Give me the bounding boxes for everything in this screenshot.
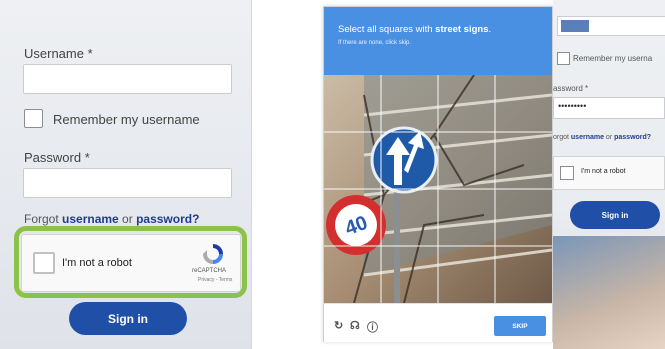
recaptcha-label: I'm not a robot [62, 257, 132, 269]
remember-label: Remember my username [53, 112, 200, 127]
cropped-password-field[interactable]: ••••••••• [553, 97, 665, 119]
challenge-title-prefix: Select all squares with [338, 24, 436, 35]
recaptcha-widget: I'm not a robot reCAPTCHA Privacy - Term… [21, 234, 241, 292]
cropped-password-label: assword * [553, 84, 589, 93]
forgot-username-link[interactable]: username [62, 212, 119, 226]
recaptcha-challenge: Select all squares with street signs. If… [323, 6, 553, 342]
recaptcha-logo-icon [203, 244, 223, 264]
password-label: Password * [24, 150, 90, 165]
cropped-forgot-links: orgot username or password? [553, 134, 651, 141]
cropped-forgot-password-link[interactable]: password? [614, 134, 651, 141]
sign-in-button[interactable]: Sign in [69, 302, 187, 335]
challenge-title-suffix: . [488, 24, 492, 35]
autofill-highlight [561, 20, 589, 32]
challenge-footer: ↻ ☊ ⓘ SKIP [324, 303, 552, 342]
street-photo: 40 [324, 75, 552, 303]
cropped-recaptcha-widget: I'm not a robot [553, 156, 665, 190]
login-panel: Username * Remember my username Password… [0, 0, 252, 349]
cropped-sign-in-button[interactable]: Sign in [570, 201, 660, 229]
challenge-subtitle: If there are none, click skip. [338, 40, 412, 46]
cropped-remember-label: Remember my userna [573, 54, 653, 63]
password-field[interactable] [23, 168, 232, 198]
recaptcha-checkbox[interactable] [33, 252, 55, 274]
cropped-forgot-prefix: orgot [553, 134, 571, 141]
forgot-password-link[interactable]: password? [136, 212, 199, 226]
cropped-recaptcha-label: I'm not a robot [581, 168, 626, 175]
challenge-header: Select all squares with street signs. If… [324, 7, 552, 75]
cropped-forgot-username-link[interactable]: username [571, 134, 604, 141]
info-icon[interactable]: ⓘ [367, 319, 378, 335]
challenge-image-grid: 40 [324, 75, 552, 303]
direction-sign [370, 126, 438, 194]
cropped-login-panel: Remember my userna assword * ••••••••• o… [553, 0, 665, 349]
background-photo [553, 236, 665, 349]
cropped-username-field[interactable] [557, 16, 665, 36]
forgot-prefix: Forgot [24, 212, 63, 226]
username-label: Username * [24, 46, 93, 61]
challenge-title-emphasis: street signs [435, 24, 489, 35]
screenshot-stage: Username * Remember my username Password… [0, 0, 665, 349]
recaptcha-privacy-terms[interactable]: Privacy - Terms [198, 277, 232, 283]
reload-icon[interactable]: ↻ [334, 319, 343, 332]
headphones-icon[interactable]: ☊ [350, 319, 360, 332]
username-field[interactable] [23, 64, 232, 94]
sign-pole [394, 175, 400, 303]
skip-button[interactable]: SKIP [494, 316, 546, 336]
forgot-or: or [118, 212, 137, 226]
cropped-remember-checkbox[interactable] [557, 52, 570, 65]
forgot-links: Forgot username or password? [24, 212, 199, 226]
recaptcha-brand: reCAPTCHA [192, 268, 227, 274]
cropped-password-value: ••••••••• [558, 101, 587, 111]
challenge-title: Select all squares with street signs. [338, 24, 491, 35]
cropped-recaptcha-checkbox[interactable] [560, 166, 574, 180]
cropped-forgot-or: or [603, 134, 615, 141]
remember-checkbox[interactable] [24, 109, 43, 128]
